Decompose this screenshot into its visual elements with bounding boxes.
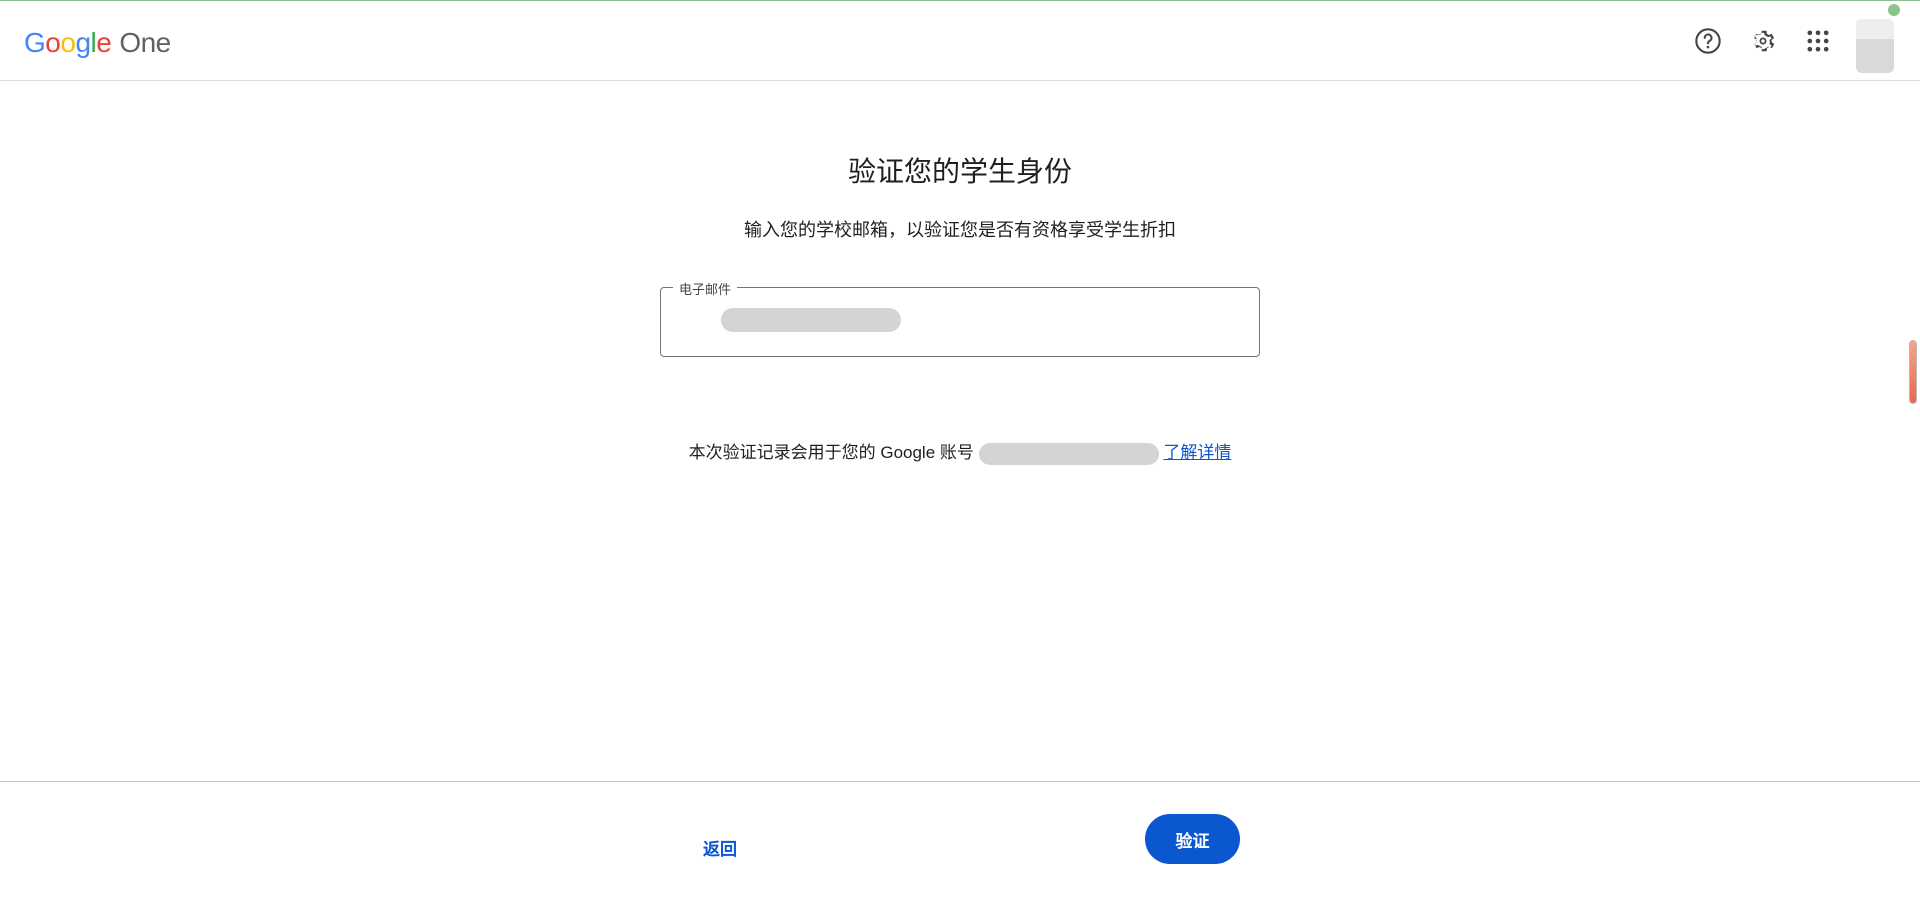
verify-button[interactable]: 验证 — [1145, 814, 1240, 864]
notice-text: 本次验证记录会用于您的 Google 账号 — [688, 443, 974, 462]
account-avatar[interactable] — [1856, 19, 1894, 73]
avatar-status-dot — [1888, 4, 1900, 16]
page-subtitle: 输入您的学校邮箱，以验证您是否有资格享受学生折扣 — [744, 220, 1176, 240]
learn-more-link[interactable]: 了解详情 — [1163, 443, 1231, 462]
footer-bar: 返回 验证 — [0, 781, 1920, 913]
apps-button[interactable] — [1798, 21, 1838, 61]
back-button[interactable]: 返回 — [680, 827, 760, 867]
product-name: One — [119, 27, 171, 58]
logo-letter: G — [24, 27, 46, 58]
redacted-account — [978, 442, 1159, 465]
logo-letter: o — [45, 27, 61, 58]
help-button[interactable] — [1688, 21, 1728, 61]
scrollbar-thumb[interactable] — [1909, 340, 1917, 404]
logo-letter: e — [96, 27, 112, 58]
gear-icon — [1754, 30, 1775, 52]
page-title: 验证您的学生身份 — [847, 156, 1072, 187]
email-field-label: 电子邮件 — [673, 279, 738, 298]
app-header: Google One — [0, 1, 1920, 81]
help-icon — [1695, 28, 1721, 54]
email-field[interactable]: 电子邮件 — [660, 279, 1260, 357]
google-one-logo[interactable]: Google One — [24, 25, 171, 61]
settings-button[interactable] — [1743, 21, 1783, 61]
logo-letter: g — [75, 27, 91, 58]
apps-grid-icon — [1807, 30, 1829, 52]
redacted-email — [721, 308, 901, 332]
logo-letter: o — [60, 27, 76, 58]
account-notice: 本次验证记录会用于您的 Google 账号 了解详情 — [660, 440, 1260, 466]
